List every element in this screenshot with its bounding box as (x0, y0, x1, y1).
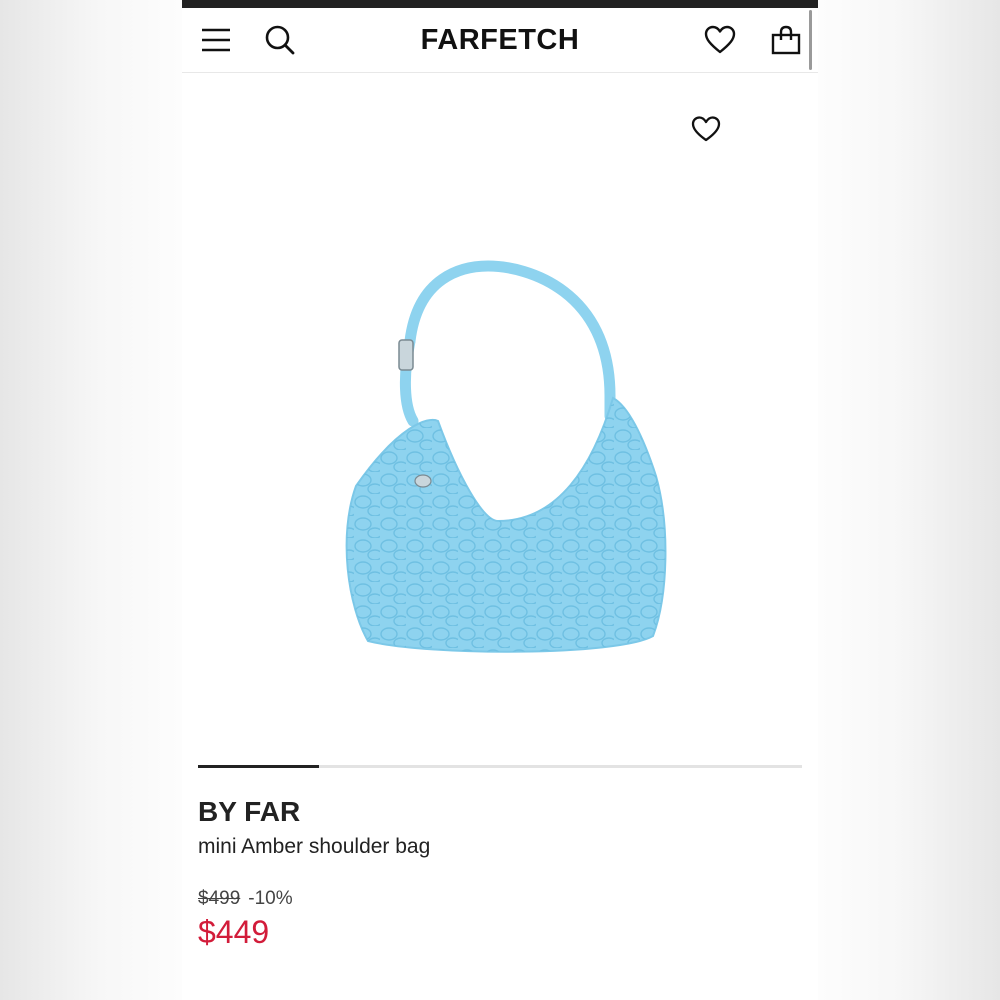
carousel-active-segment (198, 765, 319, 768)
heart-icon (704, 25, 736, 54)
heart-icon (691, 116, 721, 142)
discount-label: -10% (248, 888, 293, 909)
status-bar (182, 0, 818, 8)
top-navigation: FARFETCH (182, 8, 818, 73)
phone-screen: FARFETCH BY FAR mini Amber shoulder bag … (182, 0, 818, 1000)
scrollbar[interactable] (809, 10, 812, 70)
sale-price: $449 (198, 914, 270, 950)
shopping-bag-button[interactable] (764, 18, 808, 62)
product-image[interactable] (198, 76, 802, 756)
shopping-bag-icon (771, 25, 801, 55)
price-details: $499 -10% (198, 888, 293, 910)
original-price: $499 (198, 888, 241, 909)
wishlist-button[interactable] (698, 18, 742, 62)
image-wishlist-button[interactable] (687, 110, 725, 148)
product-name: mini Amber shoulder bag (198, 835, 431, 858)
product-brand[interactable]: BY FAR (198, 796, 300, 828)
image-carousel-indicator[interactable] (198, 765, 802, 768)
